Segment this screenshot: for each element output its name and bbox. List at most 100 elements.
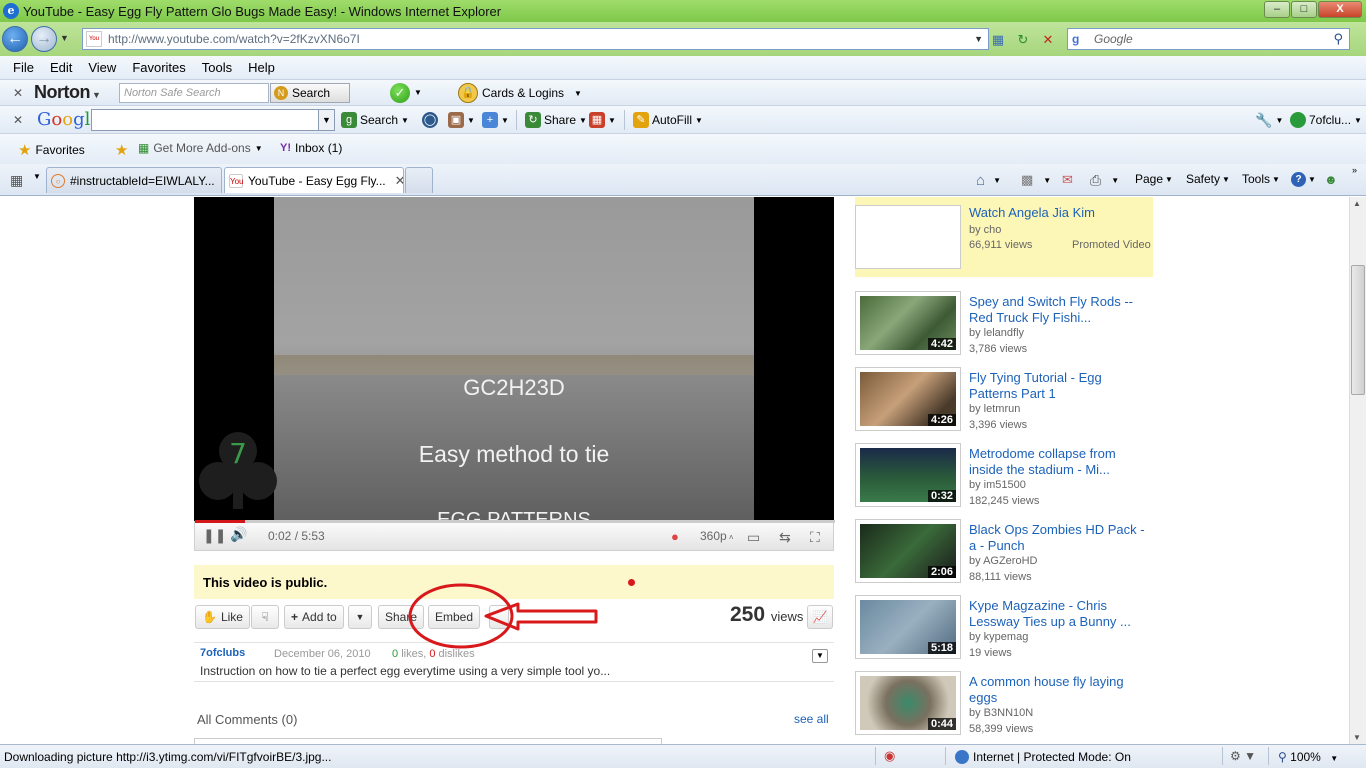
related-thumbnail[interactable]: 4:42 <box>855 291 961 355</box>
home-icon[interactable]: ⌂ ▼ <box>976 172 1001 189</box>
fullscreen-icon[interactable]: ⛶ <box>810 529 820 546</box>
share-button[interactable]: ↻ Share ▼ <box>525 112 587 128</box>
search-icon[interactable]: ⚲ <box>1333 31 1343 47</box>
pause-icon[interactable]: ❚❚ <box>203 527 226 544</box>
scroll-up-icon[interactable]: ▲ <box>1353 199 1361 208</box>
close-tab-icon[interactable]: ✕ <box>395 173 403 189</box>
related-title[interactable]: Kype Magzazine - Chris Lessway Ties up a… <box>969 598 1149 630</box>
related-title[interactable]: Black Ops Zombies HD Pack - a - Punch <box>969 522 1149 554</box>
related-video[interactable]: 4:26 Fly Tying Tutorial - Egg Patterns P… <box>855 367 1155 435</box>
recent-pages-dropdown-icon[interactable]: ▼ <box>60 33 69 43</box>
page-menu[interactable]: Page ▼ <box>1135 172 1173 186</box>
vertical-scrollbar[interactable]: ▲ ▼ <box>1349 197 1366 744</box>
address-bar[interactable]: You http://www.youtube.com/watch?v=2fKzv… <box>82 28 989 50</box>
comment-bubble-icon[interactable]: ● <box>671 529 679 544</box>
menu-file[interactable]: File <box>13 60 34 75</box>
menu-edit[interactable]: Edit <box>50 60 72 75</box>
related-thumbnail[interactable]: 2:06 <box>855 519 961 583</box>
promoted-video[interactable]: Watch Angela Jia Kim by cho 66,911 views… <box>855 197 1153 277</box>
related-title[interactable]: A common house fly laying eggs <box>969 674 1149 706</box>
see-all-link[interactable]: see all <box>794 712 829 726</box>
quick-tabs-icon[interactable]: ▦ <box>10 172 23 189</box>
related-title[interactable]: Spey and Switch Fly Rods -- Red Truck Fl… <box>969 294 1149 326</box>
feeds-icon[interactable]: ▩ ▼ <box>1021 172 1051 188</box>
help-icon[interactable]: ? ▼ <box>1291 172 1316 187</box>
related-title[interactable]: Fly Tying Tutorial - Egg Patterns Part 1 <box>969 370 1149 402</box>
related-video[interactable]: 2:06 Black Ops Zombies HD Pack - a - Pun… <box>855 519 1155 587</box>
norton-safe-check-icon[interactable]: ✓ <box>390 83 410 103</box>
add-to-dropdown-button[interactable]: ▼ <box>348 605 372 629</box>
refresh-icon[interactable]: ↻ <box>1014 31 1032 49</box>
related-video[interactable]: 5:18 Kype Magzazine - Chris Lessway Ties… <box>855 595 1155 663</box>
promoted-thumbnail[interactable] <box>855 205 961 269</box>
norton-logo[interactable]: Norton ▼ <box>34 82 101 103</box>
progress-track[interactable] <box>195 520 835 523</box>
google-search-button[interactable]: g Search ▼ <box>341 112 409 128</box>
google-account-button[interactable]: 7ofclu... ▼ <box>1290 112 1362 128</box>
promoted-title[interactable]: Watch Angela Jia Kim <box>969 205 1149 221</box>
tab-list-dropdown-icon[interactable]: ▼ <box>33 172 41 181</box>
add-to-button[interactable]: + Add to <box>284 605 344 629</box>
norton-search-input[interactable]: Norton Safe Search <box>119 83 269 103</box>
expand-description-icon[interactable]: ▼ <box>812 649 828 663</box>
address-dropdown-icon[interactable]: ▼ <box>974 34 983 44</box>
volume-icon[interactable]: 🔊 <box>230 526 247 543</box>
research-icon[interactable]: ☻ <box>1324 172 1338 187</box>
like-button[interactable]: ✋ Like <box>195 605 250 629</box>
tab-youtube[interactable]: You YouTube - Easy Egg Fly... ✕ <box>224 167 404 193</box>
related-video[interactable]: 0:44 A common house fly laying eggs by B… <box>855 671 1155 739</box>
privacy-report-icon[interactable]: ◉ <box>884 748 895 764</box>
related-thumbnail[interactable]: 0:32 <box>855 443 961 507</box>
video-player[interactable]: GC2H23D Easy method to tie EGG PATTERNS … <box>194 197 834 521</box>
menu-help[interactable]: Help <box>248 60 275 75</box>
tools-menu[interactable]: Tools ▼ <box>1242 172 1280 186</box>
back-button[interactable]: ← <box>2 26 28 52</box>
add-favorite-icon[interactable]: ★ <box>115 141 128 159</box>
translate-icon[interactable]: ▦ ▼ <box>589 112 616 128</box>
zoom-level[interactable]: ⚲ 100% ▼ <box>1278 750 1338 764</box>
print-icon[interactable]: ⎙ ▼ <box>1090 172 1119 189</box>
quality-selector[interactable]: 360p ˄ <box>700 529 734 543</box>
scrollbar-thumb[interactable] <box>1351 265 1365 395</box>
get-addons-link[interactable]: ▦ Get More Add-ons ▼ <box>138 141 263 155</box>
stop-icon[interactable]: ✕ <box>1039 31 1057 49</box>
google-input-dropdown-icon[interactable]: ▼ <box>318 110 334 130</box>
related-video[interactable]: 0:32 Metrodome collapse from inside the … <box>855 443 1155 511</box>
menu-favorites[interactable]: Favorites <box>132 60 185 75</box>
related-thumbnail[interactable]: 0:44 <box>855 671 961 735</box>
resize-icon[interactable]: ⇆ <box>779 529 791 546</box>
security-zone[interactable]: Internet | Protected Mode: On <box>955 750 1131 764</box>
safety-menu[interactable]: Safety ▼ <box>1186 172 1230 186</box>
close-window-button[interactable]: X <box>1318 1 1362 18</box>
related-video[interactable]: 4:42 Spey and Switch Fly Rods -- Red Tru… <box>855 291 1155 359</box>
popout-icon[interactable]: ▭ <box>747 529 760 546</box>
settings-wrench-icon[interactable]: 🔧 ▼ <box>1255 112 1283 129</box>
stats-button[interactable]: 📈 <box>807 605 833 629</box>
favorites-button[interactable]: ★ Favorites <box>18 141 85 159</box>
expand-toolbar-icon[interactable]: » <box>1352 165 1357 175</box>
maximize-button[interactable]: □ <box>1291 1 1317 18</box>
browse-icon[interactable]: ◯ <box>422 112 438 128</box>
inbox-link[interactable]: Y! Inbox (1) <box>280 141 342 155</box>
flag-button[interactable] <box>489 605 509 629</box>
tab-instructables[interactable]: ○ #instructableId=EIWLALY... <box>46 167 222 193</box>
video-frame[interactable]: GC2H23D Easy method to tie EGG PATTERNS <box>274 197 754 521</box>
google-search-input[interactable]: ▼ <box>91 109 335 131</box>
new-tab-button[interactable] <box>405 167 433 193</box>
scroll-down-icon[interactable]: ▼ <box>1353 733 1361 742</box>
menu-view[interactable]: View <box>88 60 116 75</box>
close-toolbar-icon[interactable]: ✕ <box>13 86 23 100</box>
popup-blocker-icon[interactable]: ▣ ▼ <box>448 112 475 128</box>
share-video-button[interactable]: Share <box>378 605 425 629</box>
related-thumbnail[interactable]: 5:18 <box>855 595 961 659</box>
search-box[interactable]: g Google ⚲ <box>1067 28 1350 50</box>
search-placeholder[interactable]: Google <box>1094 32 1133 46</box>
read-mail-icon[interactable]: ✉ <box>1062 172 1073 188</box>
related-title[interactable]: Metrodome collapse from inside the stadi… <box>969 446 1149 478</box>
norton-check-dropdown-icon[interactable]: ▼ <box>414 88 422 97</box>
dislike-button[interactable]: ☟ <box>251 605 279 629</box>
autofill-button[interactable]: ✎ AutoFill ▼ <box>633 112 703 128</box>
close-google-toolbar-icon[interactable]: ✕ <box>13 113 23 127</box>
embed-button[interactable]: Embed <box>428 605 481 629</box>
menu-tools[interactable]: Tools <box>202 60 232 75</box>
